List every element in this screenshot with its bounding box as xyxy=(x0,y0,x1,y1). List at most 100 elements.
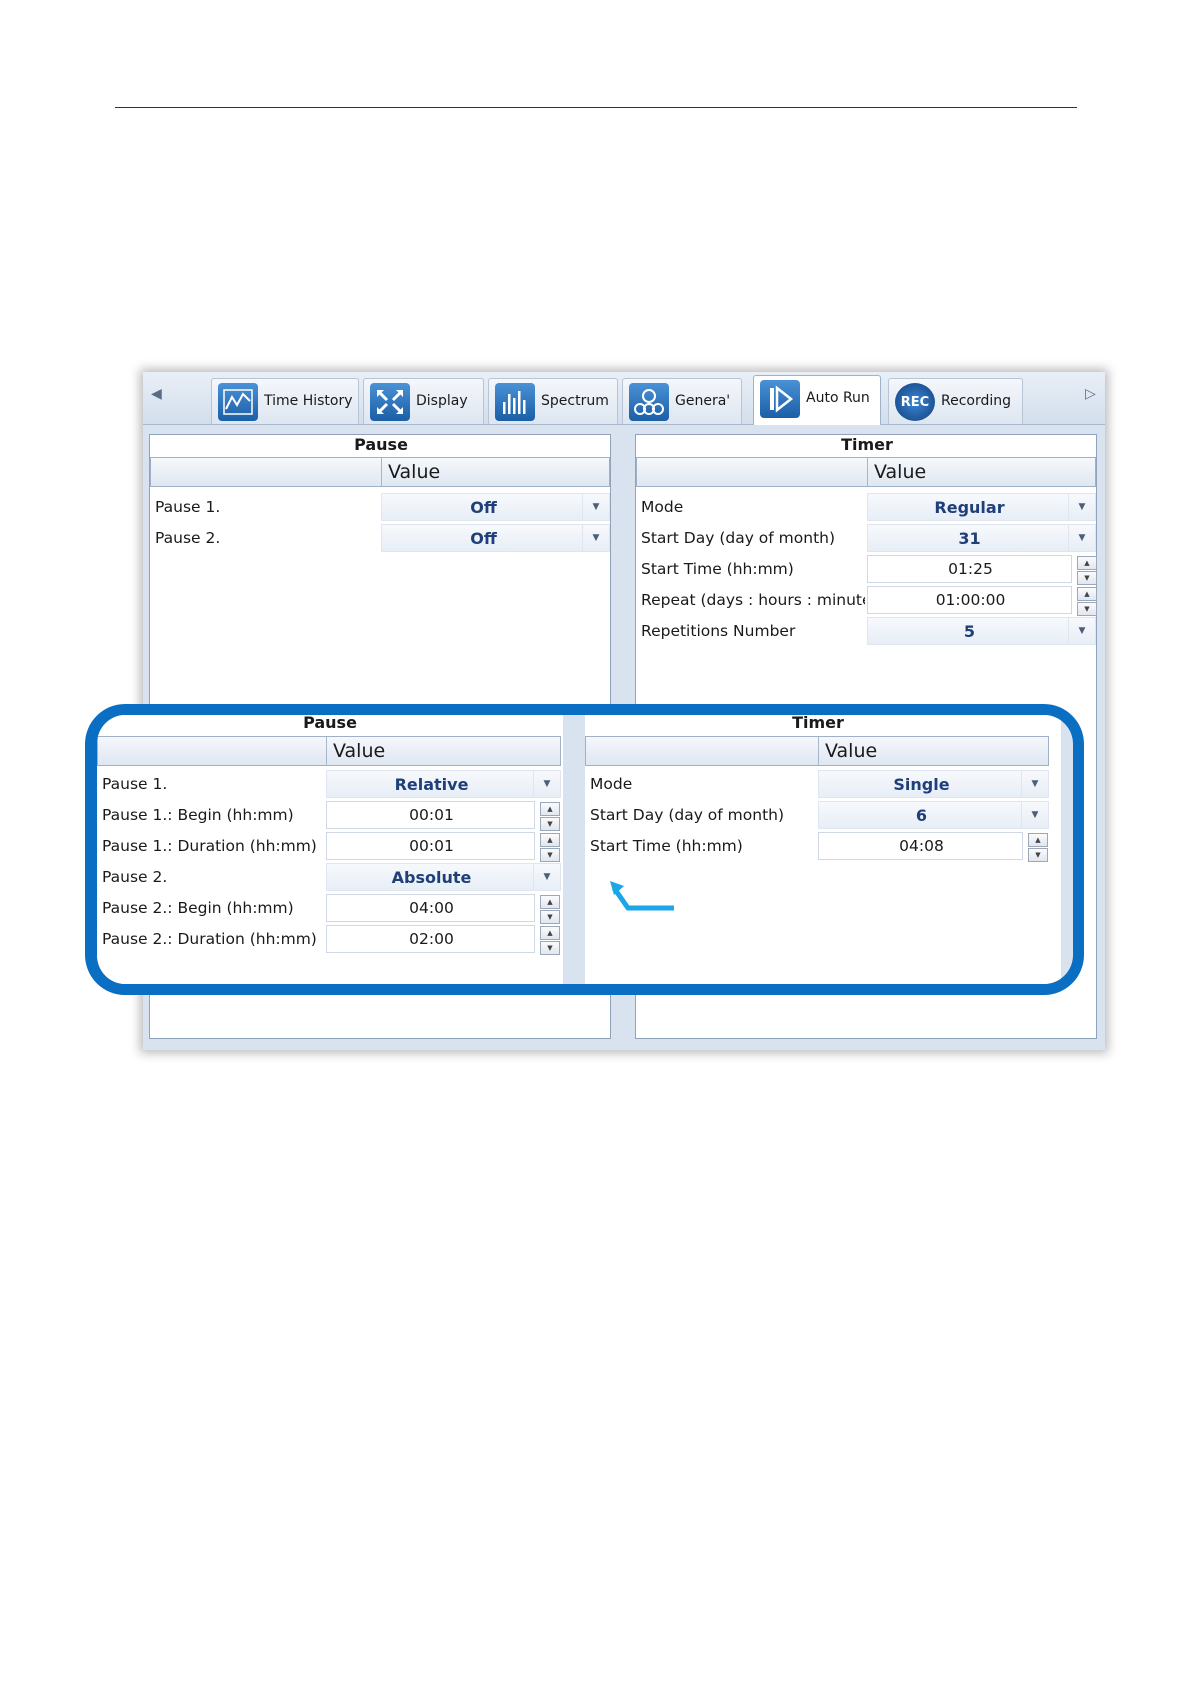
spin-buttons[interactable]: ▲ ▼ xyxy=(1028,833,1048,862)
tab-general[interactable]: Genera' xyxy=(622,378,742,424)
chevron-down-icon[interactable]: ▼ xyxy=(582,525,609,551)
spin-down-icon[interactable]: ▼ xyxy=(1077,602,1097,616)
combo-value: Single xyxy=(893,775,950,794)
line-chart-icon xyxy=(218,383,258,421)
pause1-combo[interactable]: Relative ▼ xyxy=(326,770,561,798)
spin-down-icon[interactable]: ▼ xyxy=(540,817,560,831)
tab-label: Genera' xyxy=(675,393,731,409)
tab-label: Auto Run xyxy=(806,390,870,406)
spin-down-icon[interactable]: ▼ xyxy=(540,910,560,924)
rec-badge: REC xyxy=(900,394,930,410)
pause-row-label: Pause 1.: Begin (hh:mm) xyxy=(102,806,294,824)
stepper-value: 04:00 xyxy=(409,899,454,917)
timer-row-label: Mode xyxy=(590,775,633,793)
value-column-header: Value xyxy=(333,740,386,762)
combo-value: Off xyxy=(470,529,497,548)
chevron-down-icon[interactable]: ▼ xyxy=(1068,494,1095,520)
pause2-duration-stepper[interactable]: 02:00 ▲ ▼ xyxy=(326,925,560,955)
pause-row-label: Pause 1.: Duration (hh:mm) xyxy=(102,837,317,855)
spin-up-icon[interactable]: ▲ xyxy=(1077,556,1097,570)
combo-value: 31 xyxy=(958,529,981,548)
stepper-value: 00:01 xyxy=(409,837,454,855)
repeat-stepper[interactable]: 01:00:00 ▲ ▼ xyxy=(867,586,1097,616)
pause-title: Pause xyxy=(354,435,408,454)
spin-down-icon[interactable]: ▼ xyxy=(1077,571,1097,585)
chevron-down-icon[interactable]: ▼ xyxy=(1021,802,1048,828)
tab-label: Time History xyxy=(264,393,353,409)
start-time-stepper[interactable]: 04:08 ▲ ▼ xyxy=(818,832,1048,862)
gears-icon xyxy=(629,383,669,421)
spin-down-icon[interactable]: ▼ xyxy=(1028,848,1048,862)
pause-grid-header: Value xyxy=(150,457,610,487)
overlay-pause-pane: Pause Value Pause 1. Relative ▼ Pause 1.… xyxy=(97,713,563,984)
bar-spectrum-icon xyxy=(495,383,535,421)
spin-up-icon[interactable]: ▲ xyxy=(540,926,560,940)
spin-up-icon[interactable]: ▲ xyxy=(1028,833,1048,847)
combo-value: Off xyxy=(470,498,497,517)
tab-auto-run[interactable]: Auto Run xyxy=(753,375,881,425)
value-column-header: Value xyxy=(388,461,441,483)
start-day-combo[interactable]: 31 ▼ xyxy=(867,524,1096,552)
timer-grid-header: Value xyxy=(585,736,1049,766)
timer-row-label: Start Time (hh:mm) xyxy=(590,837,743,855)
chevron-down-icon[interactable]: ▼ xyxy=(582,494,609,520)
spin-buttons[interactable]: ▲ ▼ xyxy=(540,802,560,831)
pause-row-label: Pause 2.: Duration (hh:mm) xyxy=(102,930,317,948)
start-day-combo[interactable]: 6 ▼ xyxy=(818,801,1049,829)
spin-up-icon[interactable]: ▲ xyxy=(540,833,560,847)
spin-buttons[interactable]: ▲ ▼ xyxy=(540,926,560,955)
repetitions-combo[interactable]: 5 ▼ xyxy=(867,617,1096,645)
chevron-down-icon[interactable]: ▼ xyxy=(1068,618,1095,644)
pause2-combo[interactable]: Absolute ▼ xyxy=(326,863,561,891)
tab-spectrum[interactable]: Spectrum xyxy=(488,378,618,424)
spin-down-icon[interactable]: ▼ xyxy=(540,941,560,955)
stepper-value: 01:00:00 xyxy=(935,591,1006,609)
timer-title: Timer xyxy=(841,435,893,454)
tab-label: Spectrum xyxy=(541,393,609,409)
spin-up-icon[interactable]: ▲ xyxy=(540,895,560,909)
pause1-duration-stepper[interactable]: 00:01 ▲ ▼ xyxy=(326,832,560,862)
chevron-down-icon[interactable]: ▼ xyxy=(1068,525,1095,551)
column-separator xyxy=(381,458,382,487)
pause1-begin-stepper[interactable]: 00:01 ▲ ▼ xyxy=(326,801,560,831)
timer-grid-header: Value xyxy=(636,457,1096,487)
spin-buttons[interactable]: ▲ ▼ xyxy=(540,895,560,924)
start-time-stepper[interactable]: 01:25 ▲ ▼ xyxy=(867,555,1097,585)
spin-buttons[interactable]: ▲ ▼ xyxy=(540,833,560,862)
spin-buttons[interactable]: ▲ ▼ xyxy=(1077,587,1097,616)
tab-label: Display xyxy=(416,393,468,409)
pause2-begin-stepper[interactable]: 04:00 ▲ ▼ xyxy=(326,894,560,924)
stepper-value: 00:01 xyxy=(409,806,454,824)
header-rule xyxy=(115,107,1077,108)
pause1-combo[interactable]: Off ▼ xyxy=(381,493,610,521)
stepper-value: 04:08 xyxy=(899,837,944,855)
column-separator xyxy=(818,737,819,766)
pause-row-label: Pause 2. xyxy=(102,868,168,886)
pause-title: Pause xyxy=(303,713,357,732)
tab-display[interactable]: Display xyxy=(363,378,484,424)
combo-value: Absolute xyxy=(391,868,472,887)
timer-row-label: Repeat (days : hours : minute xyxy=(641,591,865,609)
overlay-timer-pane: Timer Value Mode Single ▼ Start Day (day… xyxy=(585,715,1061,984)
mode-combo[interactable]: Regular ▼ xyxy=(867,493,1096,521)
spin-up-icon[interactable]: ▲ xyxy=(1077,587,1097,601)
column-separator xyxy=(867,458,868,487)
chevron-down-icon[interactable]: ▼ xyxy=(1021,771,1048,797)
spin-buttons[interactable]: ▲ ▼ xyxy=(1077,556,1097,585)
combo-value: Regular xyxy=(934,498,1005,517)
pause2-combo[interactable]: Off ▼ xyxy=(381,524,610,552)
chevron-down-icon[interactable]: ▼ xyxy=(533,864,560,890)
scroll-right-icon[interactable]: ▷ xyxy=(1085,386,1096,402)
mode-combo[interactable]: Single ▼ xyxy=(818,770,1049,798)
callout-arrow-icon xyxy=(610,881,674,911)
chevron-down-icon[interactable]: ▼ xyxy=(533,771,560,797)
pause-row-label: Pause 1. xyxy=(155,498,221,516)
tab-recording[interactable]: REC Recording xyxy=(888,378,1023,424)
column-separator xyxy=(326,737,327,766)
spin-down-icon[interactable]: ▼ xyxy=(540,848,560,862)
scroll-left-icon[interactable]: ◀ xyxy=(151,386,162,402)
tab-time-history[interactable]: Time History xyxy=(211,378,359,424)
stepper-value: 01:25 xyxy=(948,560,993,578)
spin-up-icon[interactable]: ▲ xyxy=(540,802,560,816)
tab-bar: ◀ Time History Display Spectrum Genera' xyxy=(143,372,1105,425)
